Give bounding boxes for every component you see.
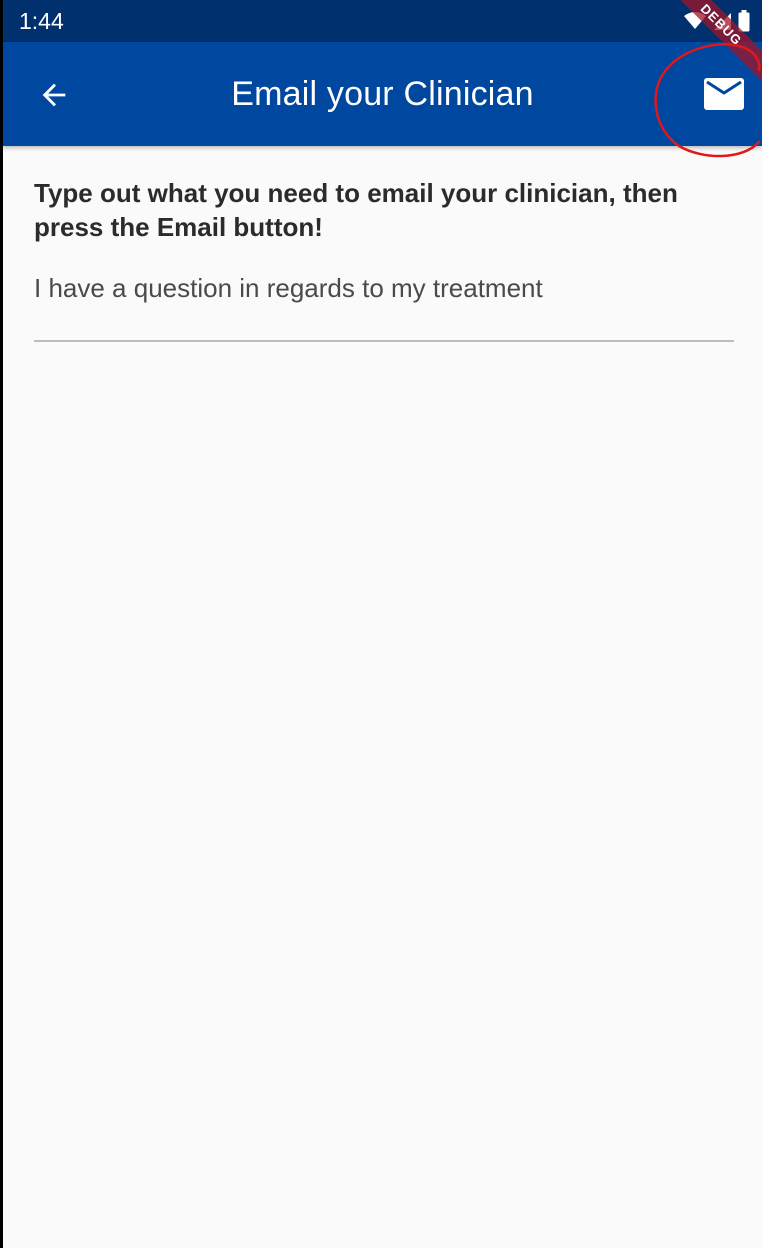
screen: 1:44 Email your Clinician DEBUG Type out… [3, 0, 762, 1248]
envelope-icon [704, 78, 744, 110]
send-email-button[interactable] [696, 66, 752, 122]
status-time: 1:44 [19, 8, 64, 34]
app-bar: Email your Clinician [3, 42, 762, 146]
message-input[interactable] [34, 268, 734, 308]
instruction-text: Type out what you need to email your cli… [34, 178, 678, 242]
status-bar: 1:44 [3, 0, 762, 42]
message-field[interactable] [34, 268, 734, 342]
email-form: Type out what you need to email your cli… [34, 176, 734, 342]
page-title: Email your Clinician [231, 75, 534, 113]
